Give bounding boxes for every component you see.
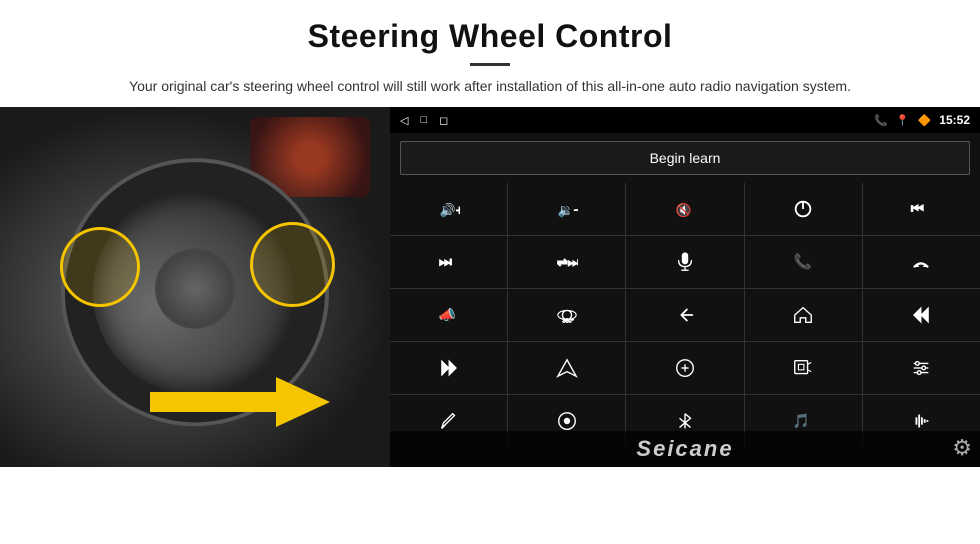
seicane-logo: Seicane xyxy=(636,436,733,462)
next-track-button[interactable]: ⏭ xyxy=(390,236,507,288)
back-button[interactable] xyxy=(626,289,743,341)
yellow-arrow xyxy=(150,377,330,427)
svg-text:🔇: 🔇 xyxy=(676,203,692,218)
arrow-indicator xyxy=(150,347,350,427)
mute-button[interactable]: 🔇 xyxy=(626,183,743,235)
recent-nav-icon[interactable]: ◻ xyxy=(439,114,448,127)
phone-status-icon: 📞 xyxy=(874,114,888,127)
phone-answer-button[interactable]: 📞 xyxy=(745,236,862,288)
svg-text:🔊+: 🔊+ xyxy=(439,202,459,219)
page-title: Steering Wheel Control xyxy=(20,18,960,55)
vol-up-button[interactable]: 🔊+ xyxy=(390,183,507,235)
begin-learn-row: Begin learn xyxy=(390,133,980,183)
fast-forward-button[interactable] xyxy=(390,342,507,394)
svg-text:⏮: ⏮ xyxy=(911,202,924,218)
location-status-icon: 📍 xyxy=(896,114,910,127)
svg-text:📞: 📞 xyxy=(794,252,813,271)
horn-button[interactable]: 📣 xyxy=(390,289,507,341)
title-divider xyxy=(470,63,510,66)
svg-text:📣: 📣 xyxy=(439,307,456,323)
equalizer-button[interactable] xyxy=(626,342,743,394)
android-head-unit: ◁ □ ◻ 📞 📍 🔶 15:52 Begin learn 🔊+ 🔉− xyxy=(390,107,980,467)
gear-settings-icon[interactable]: ⚙ xyxy=(952,435,972,461)
steering-wheel-image xyxy=(0,107,390,467)
svg-text:360°: 360° xyxy=(562,318,573,324)
header: Steering Wheel Control Your original car… xyxy=(0,0,980,107)
seicane-watermark-bar: Seicane ⚙ xyxy=(390,431,980,467)
vol-down-button[interactable]: 🔉− xyxy=(508,183,625,235)
shuffle-button[interactable]: ⇌⏭ xyxy=(508,236,625,288)
right-button-group-circle xyxy=(250,222,335,307)
status-right-icons: 📞 📍 🔶 15:52 xyxy=(874,113,970,127)
prev-track-button[interactable]: ⏮ xyxy=(863,183,980,235)
status-bar: ◁ □ ◻ 📞 📍 🔶 15:52 xyxy=(390,107,980,133)
steering-wheel-center xyxy=(155,249,235,329)
svg-text:⏭: ⏭ xyxy=(439,255,453,271)
home-nav-icon[interactable]: □ xyxy=(420,114,427,126)
time-display: 15:52 xyxy=(939,113,970,127)
camera-360-button[interactable]: 360° xyxy=(508,289,625,341)
media-button[interactable] xyxy=(745,342,862,394)
content-area: ◁ □ ◻ 📞 📍 🔶 15:52 Begin learn 🔊+ 🔉− xyxy=(0,107,980,467)
svg-text:🎵: 🎵 xyxy=(793,413,810,429)
microphone-button[interactable] xyxy=(626,236,743,288)
control-grid: 🔊+ 🔉− 🔇 ⏮ ⏭ xyxy=(390,183,980,447)
navigate-button[interactable] xyxy=(508,342,625,394)
power-button[interactable] xyxy=(745,183,862,235)
home-button[interactable] xyxy=(745,289,862,341)
svg-text:🔉−: 🔉− xyxy=(558,203,578,219)
svg-text:⇌⏭: ⇌⏭ xyxy=(557,255,578,270)
begin-learn-button[interactable]: Begin learn xyxy=(400,141,970,175)
wifi-status-icon: 🔶 xyxy=(918,114,932,127)
header-description: Your original car's steering wheel contr… xyxy=(115,76,865,97)
skip-prev-button[interactable] xyxy=(863,289,980,341)
left-button-group-circle xyxy=(60,227,140,307)
back-nav-icon[interactable]: ◁ xyxy=(400,114,408,127)
settings-sliders-button[interactable] xyxy=(863,342,980,394)
phone-hangup-button[interactable] xyxy=(863,236,980,288)
status-nav-icons: ◁ □ ◻ xyxy=(400,114,448,127)
